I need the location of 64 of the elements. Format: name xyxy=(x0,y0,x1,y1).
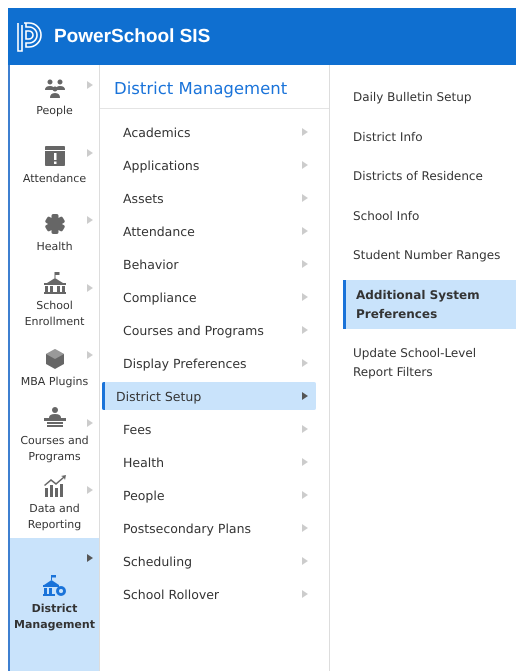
sidebar-item[interactable]: People xyxy=(10,65,99,132)
menu-item[interactable]: District Setup xyxy=(102,382,316,410)
sidebar-item[interactable]: Data and Reporting xyxy=(10,470,99,538)
submenu-item[interactable]: Districts of Residence xyxy=(343,161,516,192)
submenu-item[interactable]: School Info xyxy=(343,200,516,232)
caret-icon xyxy=(87,351,93,359)
calendar-alert-icon xyxy=(44,145,66,168)
submenu-item[interactable]: Student Number Ranges xyxy=(343,240,516,271)
podium-icon xyxy=(42,407,66,430)
caret-icon xyxy=(302,161,308,169)
menu-item[interactable]: Compliance xyxy=(113,283,316,311)
caret-icon xyxy=(302,524,308,532)
menu-item[interactable]: Fees xyxy=(113,415,316,443)
sidebar-item[interactable]: Courses and Programs xyxy=(10,402,99,470)
medical-icon xyxy=(44,212,66,235)
menu-item[interactable]: People xyxy=(113,481,316,509)
menu-item[interactable]: Scheduling xyxy=(113,547,316,575)
caret-icon xyxy=(302,359,308,367)
cube-icon xyxy=(44,348,64,370)
caret-icon xyxy=(302,392,308,400)
caret-icon xyxy=(302,425,308,433)
sidebar-item[interactable]: School Enrollment xyxy=(10,268,99,335)
menu-item[interactable]: Academics xyxy=(113,118,316,146)
caret-icon xyxy=(87,486,93,494)
menu-item[interactable]: School Rollover xyxy=(113,580,316,608)
chart-icon xyxy=(42,474,66,497)
logo-icon xyxy=(16,22,42,52)
app-title: PowerSchool SIS xyxy=(54,26,210,48)
menu-item[interactable]: Attendance xyxy=(113,217,316,245)
sidebar-item[interactable]: Health xyxy=(10,200,99,268)
submenu-item[interactable]: Update School-Level Report Filters xyxy=(343,338,516,388)
caret-icon xyxy=(87,284,93,292)
menu-item[interactable]: Display Preferences xyxy=(113,349,316,377)
school-icon xyxy=(42,272,66,294)
menu-item[interactable]: Health xyxy=(113,448,316,476)
people-icon xyxy=(42,78,66,99)
submenu-item[interactable]: District Info xyxy=(343,122,516,152)
menu-item[interactable]: Courses and Programs xyxy=(113,316,316,344)
building-gear-icon xyxy=(42,575,68,598)
menu-item[interactable]: Assets xyxy=(113,184,316,212)
caret-icon xyxy=(302,326,308,334)
caret-icon xyxy=(302,458,308,466)
caret-icon xyxy=(302,194,308,202)
caret-icon xyxy=(302,590,308,598)
submenu-item[interactable]: Additional System Preferences xyxy=(343,280,516,330)
sidebar-item[interactable]: District Management xyxy=(10,538,99,671)
caret-icon xyxy=(302,260,308,268)
menu-item[interactable]: Postsecondary Plans xyxy=(113,514,316,542)
sidebar-item[interactable]: Attendance xyxy=(10,132,99,200)
caret-icon xyxy=(87,554,93,562)
caret-icon xyxy=(87,418,93,426)
menu-item[interactable]: Applications xyxy=(113,151,316,179)
caret-icon xyxy=(302,557,308,565)
submenu-item[interactable]: Daily Bulletin Setup xyxy=(343,82,516,113)
caret-icon xyxy=(302,128,308,136)
sidebar-item[interactable]: MBA Plugins xyxy=(10,335,99,402)
caret-icon xyxy=(87,81,93,89)
caret-icon xyxy=(87,216,93,224)
caret-icon xyxy=(302,293,308,301)
caret-icon xyxy=(302,227,308,235)
caret-icon xyxy=(87,148,93,156)
menu-item[interactable]: Behavior xyxy=(113,250,316,278)
menu-title: District Management xyxy=(100,65,329,109)
caret-icon xyxy=(302,491,308,499)
